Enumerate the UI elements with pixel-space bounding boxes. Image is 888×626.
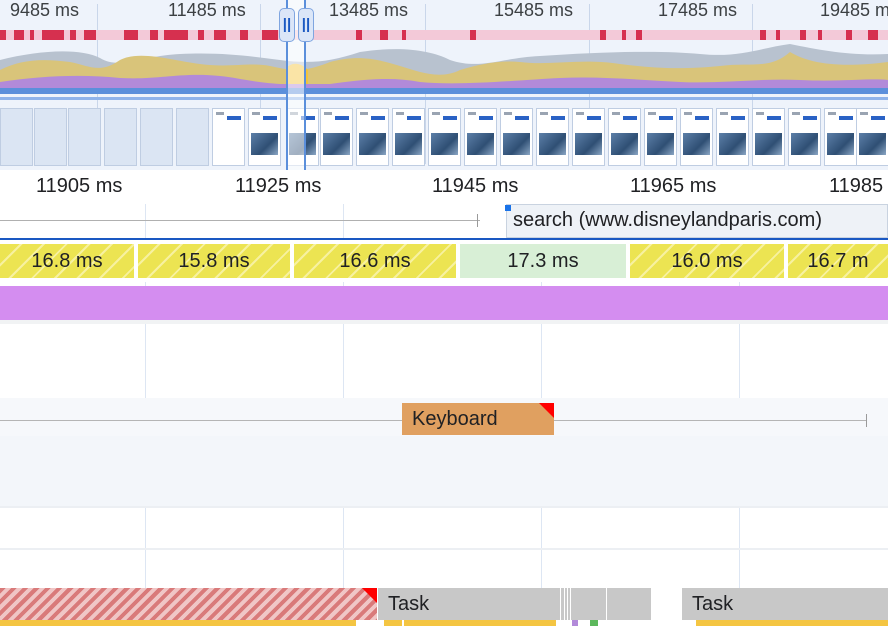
ruler-tick: 11965 ms [630, 175, 717, 197]
screenshot-thumbnail [176, 108, 209, 166]
screenshot-thumbnail [608, 108, 641, 166]
ruler-tick: 11985 [829, 175, 884, 197]
overview-tick: 9485 ms [10, 0, 80, 20]
request-priority-marker [505, 205, 511, 211]
screenshot-thumbnail [680, 108, 713, 166]
selection-right-handle[interactable]: || [298, 8, 314, 42]
overview-ruler: 9485 ms 11485 ms 13485 ms 15485 ms 17485… [0, 0, 888, 30]
screenshot-thumbnail [464, 108, 497, 166]
screenshot-thumbnail [856, 108, 888, 166]
frame-bar[interactable]: 17.3 ms [460, 244, 626, 278]
long-task-markers [0, 30, 888, 40]
screenshot-thumbnail [824, 108, 857, 166]
timeline-ruler: 11905 ms 11925 ms 11945 ms 11965 ms 1198… [0, 170, 888, 204]
screenshot-thumbnail [428, 108, 461, 166]
ruler-tick: 11925 ms [235, 175, 322, 197]
screenshot-thumbnail [788, 108, 821, 166]
screenshot-thumbnail [34, 108, 67, 166]
network-request-wait-line [0, 220, 480, 221]
timeline-overview[interactable]: 9485 ms 11485 ms 13485 ms 15485 ms 17485… [0, 0, 888, 170]
screenshot-thumbnail [644, 108, 677, 166]
screenshot-thumbnail [536, 108, 569, 166]
frame-bar[interactable]: 16.6 ms [294, 244, 456, 278]
task-bar[interactable]: Task [378, 588, 651, 620]
screenshot-thumbnail [0, 108, 33, 166]
overview-tick: 19485 ms [820, 0, 888, 20]
long-task-warning-icon [362, 588, 377, 603]
screenshot-thumbnail [104, 108, 137, 166]
screenshot-thumbnail [248, 108, 281, 166]
rendering-activity-bar[interactable] [0, 286, 888, 320]
screenshot-thumbnail [140, 108, 173, 166]
screenshot-thumbnail [752, 108, 785, 166]
network-request-bar[interactable]: search (www.disneylandparis.com) [506, 204, 888, 238]
screenshot-thumbnail [716, 108, 749, 166]
overview-tick: 11485 ms [168, 0, 246, 20]
frame-bar[interactable]: 16.8 ms [0, 244, 134, 278]
task-bar[interactable]: Task [682, 588, 888, 620]
cpu-activity-graph [0, 44, 888, 90]
screenshot-thumbnail [500, 108, 533, 166]
long-task-bar[interactable] [0, 588, 377, 620]
keyboard-interaction[interactable]: Keyboard [402, 403, 554, 435]
frame-bar[interactable]: 15.8 ms [138, 244, 290, 278]
screenshot-thumbnail [392, 108, 425, 166]
overview-tick: 15485 ms [494, 0, 574, 20]
screenshot-thumbnail [68, 108, 101, 166]
ruler-tick: 11945 ms [432, 175, 519, 197]
screenshots-strip [0, 104, 888, 168]
long-interaction-warning-icon [539, 403, 554, 418]
frame-bar[interactable]: 16.7 m [788, 244, 888, 278]
frame-bar[interactable]: 16.0 ms [630, 244, 784, 278]
screenshot-thumbnail [212, 108, 245, 166]
selection-left-handle[interactable]: || [279, 8, 295, 42]
ruler-tick: 11905 ms [36, 175, 123, 197]
screenshot-thumbnail [572, 108, 605, 166]
overview-tick: 17485 ms [658, 0, 738, 20]
screenshot-thumbnail [356, 108, 389, 166]
network-overview-bar [0, 88, 888, 94]
screenshot-thumbnail [320, 108, 353, 166]
frames-track: 16.8 ms 15.8 ms 16.6 ms 17.3 ms 16.0 ms … [0, 240, 888, 282]
overview-tick: 13485 ms [329, 0, 409, 20]
